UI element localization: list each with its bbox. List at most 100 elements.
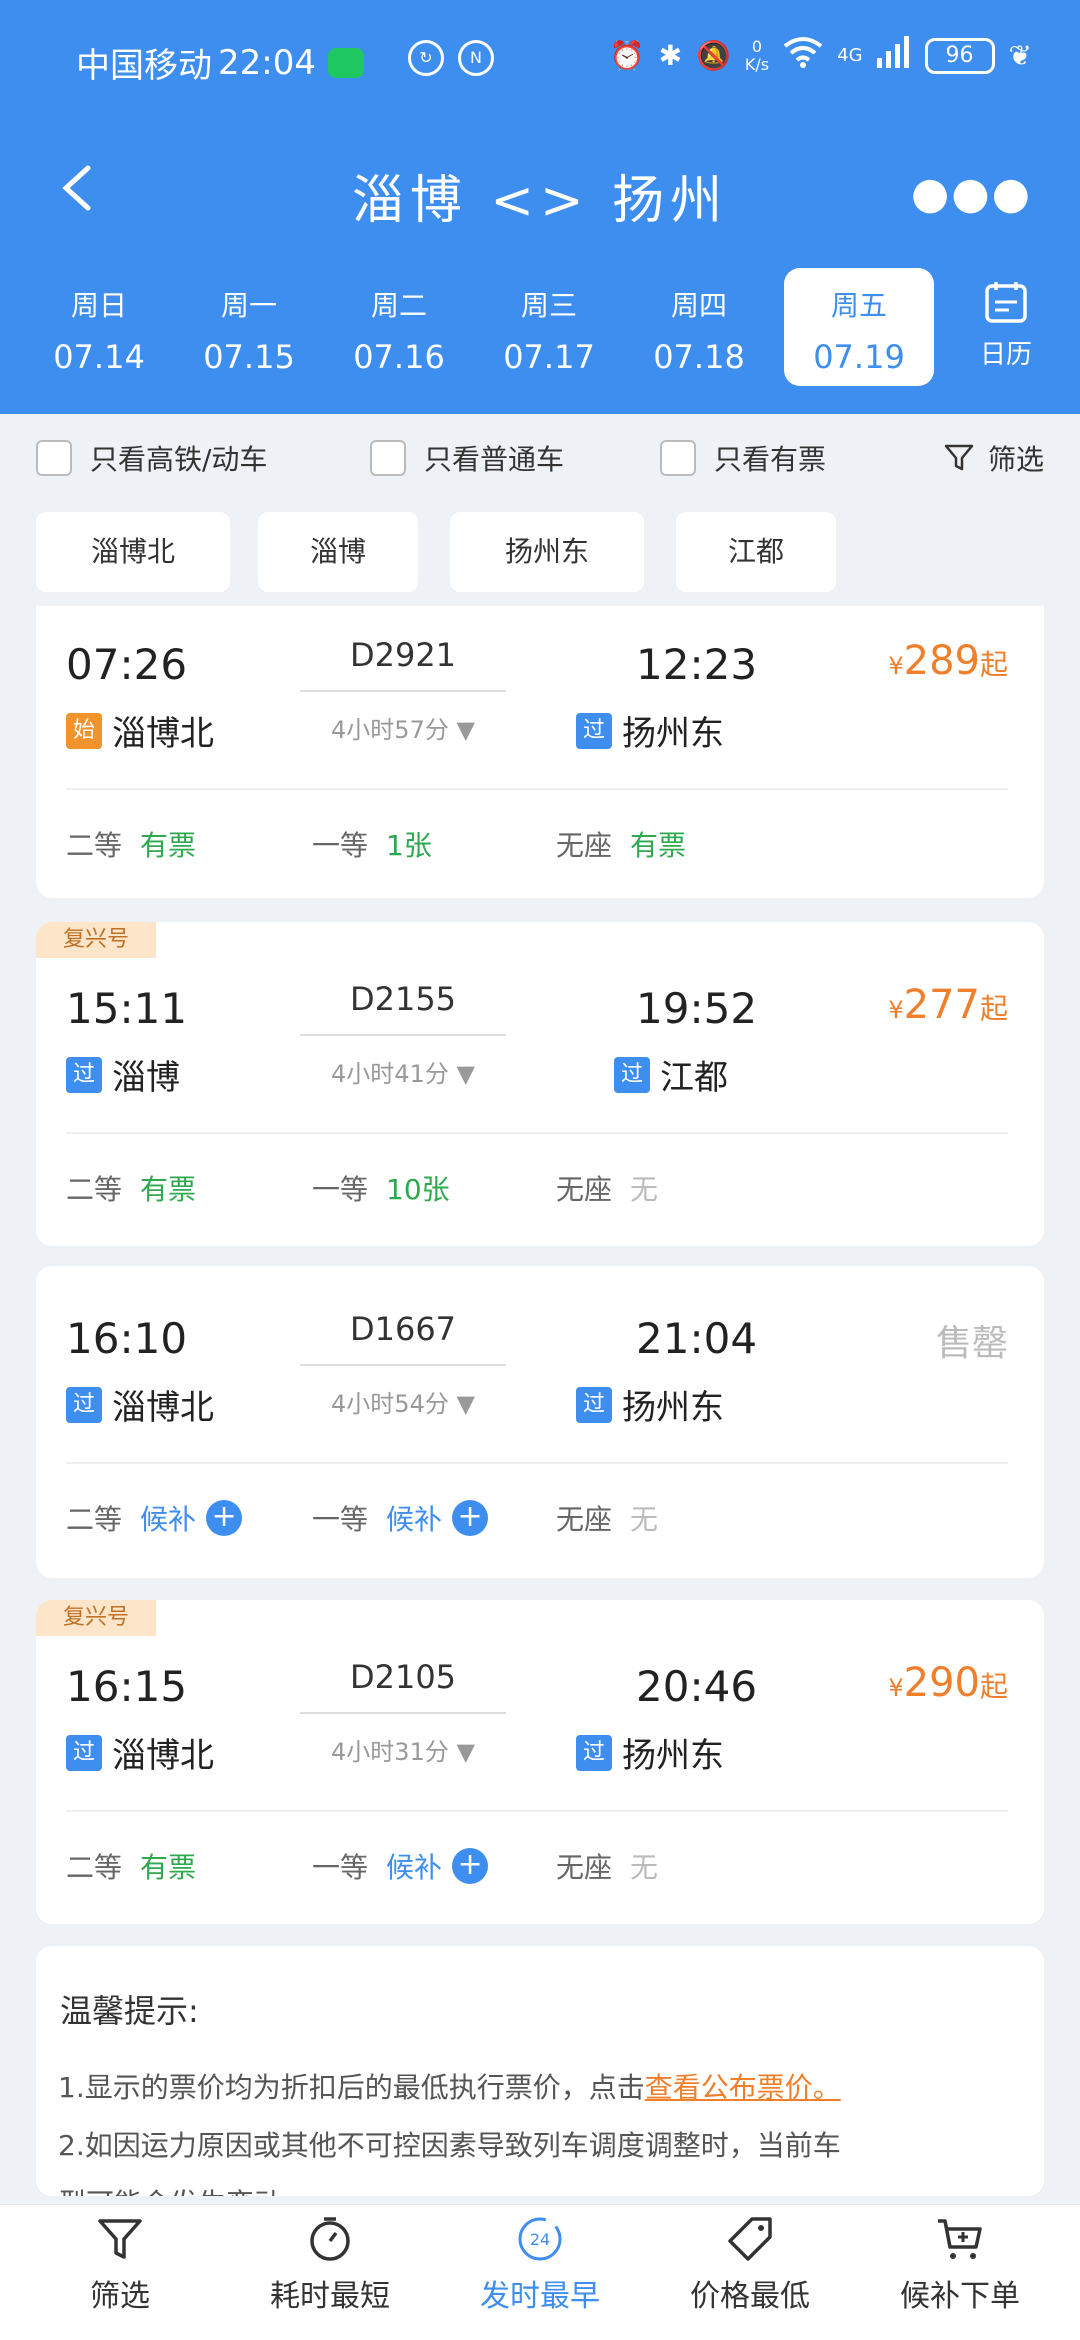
divider — [926, 290, 930, 360]
duration-toggle[interactable]: 4小时41分 ▼ — [300, 1054, 506, 1089]
seat-second-class[interactable]: 二等 候补 + — [66, 1498, 243, 1538]
departure-time: 07:26 — [66, 640, 188, 689]
date-tab-selected[interactable]: 周五 07.19 — [784, 268, 934, 386]
tips-panel: 温馨提示: 1.显示的票价均为折扣后的最低执行票价，点击查看公布票价。 2.如因… — [36, 1946, 1044, 2196]
date-weekday: 周一 — [220, 289, 277, 322]
date-weekday: 周二 — [370, 289, 427, 322]
carrier-name: 中国移动 — [76, 46, 212, 86]
train-card[interactable]: 复兴号 15:11 D2155 4小时41分 ▼ 19:52 ¥277起 过淄博… — [36, 922, 1044, 1246]
wechat-icon — [327, 47, 364, 78]
filter-button[interactable]: 筛选 — [944, 438, 1044, 478]
arrival-time: 21:04 — [636, 1314, 758, 1363]
net-speed-unit: K/s — [744, 54, 770, 74]
only-available-checkbox[interactable]: 只看有票 — [660, 438, 826, 478]
date-weekday: 周日 — [70, 289, 127, 322]
train-number: D2921 — [349, 636, 457, 674]
departure-station: 始淄博北 — [66, 706, 214, 755]
network-type: 4G — [837, 45, 863, 66]
station-chip[interactable]: 江都 — [676, 512, 836, 592]
nav-label: 耗时最短 — [270, 2279, 390, 2314]
seat-availability: 二等 有票 一等 1张 无座 有票 — [66, 824, 1026, 864]
only-high-speed-checkbox[interactable]: 只看高铁/动车 — [36, 438, 267, 478]
departure-time: 15:11 — [66, 984, 188, 1033]
route-line — [300, 1364, 506, 1366]
arrival-time: 20:46 — [636, 1662, 758, 1711]
station-chip[interactable]: 淄博 — [258, 512, 418, 592]
train-card[interactable]: 复兴号 16:15 D2105 4小时31分 ▼ 20:46 ¥290起 过淄博… — [36, 1600, 1044, 1924]
date-tab[interactable]: 周三 07.17 — [474, 268, 624, 386]
train-card[interactable]: 07:26 D2921 4小时57分 ▼ 12:23 ¥289起 始淄博北 过扬… — [36, 606, 1044, 898]
date-day: 07.18 — [653, 338, 745, 376]
pass-badge: 过 — [576, 1386, 612, 1423]
status-right: ⏰ ✱ 🔕 0 K/s 4G 96 ❦ — [610, 36, 1032, 75]
station-name: 淄博北 — [112, 1736, 214, 1776]
calendar-label: 日历 — [979, 340, 1032, 370]
pass-badge: 过 — [66, 1734, 102, 1771]
nav-filter[interactable]: 筛选 — [20, 2215, 220, 2315]
nav-earliest[interactable]: 24 发时最早 — [440, 2215, 640, 2315]
calendar-button[interactable]: 日历 — [976, 280, 1036, 371]
station-name: 淄博北 — [112, 714, 214, 754]
date-day: 07.14 — [53, 338, 145, 376]
seat-class: 一等 — [312, 1851, 369, 1884]
mute-icon: 🔕 — [696, 39, 731, 72]
caret-down-icon: ▼ — [456, 716, 475, 744]
pass-badge: 过 — [66, 1056, 102, 1093]
duration-toggle[interactable]: 4小时54分 ▼ — [300, 1384, 506, 1419]
date-tab[interactable]: 周一 07.15 — [174, 268, 324, 386]
station-chip[interactable]: 扬州东 — [450, 512, 644, 592]
seat-no-seat: 无座无 — [556, 1498, 658, 1538]
station-chips: 淄博北 淄博 扬州东 江都 — [36, 512, 1046, 592]
seat-status: 无 — [630, 1503, 659, 1536]
arrival-time: 19:52 — [636, 984, 758, 1033]
train-card[interactable]: 16:10 D1667 4小时54分 ▼ 21:04 售罄 过淄博北 过扬州东 … — [36, 1266, 1044, 1578]
seat-status: 10张 — [386, 1173, 450, 1206]
sold-out-label: 售罄 — [935, 1323, 1008, 1364]
station-name: 扬州东 — [622, 1736, 724, 1776]
divider — [66, 1132, 1008, 1134]
seat-availability: 二等 有票 一等 候补 + 无座无 — [66, 1846, 1026, 1886]
duration-toggle[interactable]: 4小时57分 ▼ — [300, 710, 506, 745]
seat-second-class: 二等 有票 — [66, 1846, 196, 1886]
funnel-icon — [944, 444, 974, 471]
nav-label: 发时最早 — [480, 2279, 600, 2314]
nav-shortest[interactable]: 耗时最短 — [230, 2215, 430, 2315]
route-line — [300, 690, 506, 692]
caret-down-icon: ▼ — [456, 1390, 475, 1418]
origin-badge: 始 — [66, 712, 102, 749]
seat-first-class: 一等 1张 — [312, 824, 432, 864]
plus-circle-icon[interactable]: + — [452, 1500, 489, 1536]
date-tab[interactable]: 周日 07.14 — [24, 268, 174, 386]
published-price-link[interactable]: 查看公布票价。 — [645, 2071, 841, 2104]
seat-status: 候补 — [386, 1503, 443, 1536]
plus-circle-icon[interactable]: + — [206, 1500, 243, 1536]
station-chip[interactable]: 淄博北 — [36, 512, 230, 592]
duration-text: 4小时31分 — [331, 1738, 449, 1766]
checkbox-box — [660, 440, 696, 476]
station-name: 淄博 — [112, 1058, 180, 1098]
plus-circle-icon[interactable]: + — [452, 1848, 489, 1884]
price-value: 289 — [903, 638, 980, 684]
nav-waitlist[interactable]: 候补下单 — [860, 2215, 1060, 2315]
seat-class: 无座 — [556, 1503, 613, 1536]
pass-badge: 过 — [576, 1734, 612, 1771]
seat-status: 有票 — [140, 829, 197, 862]
more-button[interactable]: ●●● — [911, 168, 1032, 219]
duration-toggle[interactable]: 4小时31分 ▼ — [300, 1732, 506, 1767]
only-regular-checkbox[interactable]: 只看普通车 — [370, 438, 564, 478]
seat-status: 无 — [630, 1851, 659, 1884]
battery-icon: 96 — [924, 37, 995, 74]
seat-first-class[interactable]: 一等 候补 + — [312, 1498, 489, 1538]
date-tab[interactable]: 周四 07.18 — [624, 268, 774, 386]
duration-text: 4小时54分 — [331, 1390, 449, 1418]
filter-label: 筛选 — [987, 443, 1044, 476]
station-name: 扬州东 — [622, 1388, 724, 1428]
date-tab[interactable]: 周二 07.16 — [324, 268, 474, 386]
seat-status: 候补 — [140, 1503, 197, 1536]
seat-status: 有票 — [140, 1173, 197, 1206]
seat-second-class: 二等 有票 — [66, 1168, 196, 1208]
seat-first-class[interactable]: 一等 候补 + — [312, 1846, 489, 1886]
nav-cheapest[interactable]: 价格最低 — [650, 2215, 850, 2315]
signal-icon — [876, 36, 911, 75]
nfc-icon: N — [458, 40, 494, 76]
